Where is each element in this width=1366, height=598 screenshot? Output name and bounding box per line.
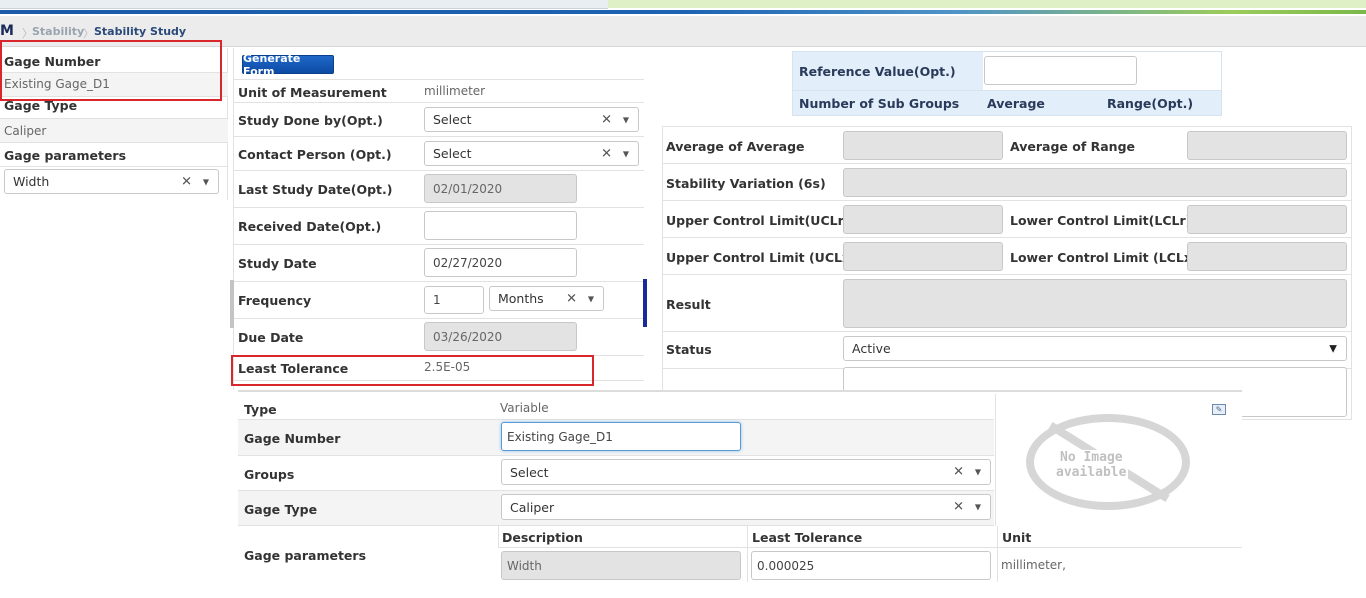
chevron-down-icon[interactable]: ▼ <box>1329 343 1337 354</box>
result-textarea <box>843 279 1347 328</box>
clear-icon[interactable]: ✕ <box>601 146 612 161</box>
param-description-input: Width <box>501 551 741 580</box>
lclr-label: Lower Control Limit(LCLr) <box>1010 213 1192 228</box>
study-done-label: Study Done by(Opt.) <box>238 113 383 128</box>
lclx-label: Lower Control Limit (LCLx) <box>1010 250 1198 265</box>
chevron-down-icon[interactable]: ▼ <box>623 115 629 124</box>
status-select[interactable]: Active ▼ <box>843 336 1347 361</box>
param-unit-value: millimeter, <box>1001 558 1066 572</box>
reference-label: Reference Value(Opt.) <box>799 64 956 79</box>
reference-input[interactable] <box>984 56 1137 85</box>
chevron-down-icon[interactable]: ▼ <box>203 177 209 186</box>
last-study-label: Last Study Date(Opt.) <box>238 182 393 197</box>
highlight-least-tolerance <box>231 355 594 386</box>
stability-input <box>843 168 1347 197</box>
popup-gage-type-label: Gage Type <box>244 502 318 517</box>
unit-label: Unit of Measurement <box>238 85 387 100</box>
scroll-indicator[interactable] <box>643 279 647 327</box>
popup-params-label: Gage parameters <box>244 548 367 563</box>
lclr-input <box>1187 205 1347 234</box>
avg-range-label: Average of Range <box>1010 139 1135 154</box>
clear-icon[interactable]: ✕ <box>953 465 964 480</box>
results-panel: Average of Average Average of Range Stab… <box>662 126 1352 420</box>
clear-icon[interactable]: ✕ <box>181 174 192 189</box>
gage-details-popup: Type Variable Gage Number Existing Gage_… <box>238 390 1242 582</box>
breadcrumb-stability[interactable]: Stability <box>32 25 84 38</box>
generate-form-button[interactable]: Generate Form <box>242 52 334 78</box>
clear-icon[interactable]: ✕ <box>601 112 612 127</box>
gage-params-select[interactable]: Width ✕ ▼ <box>4 169 219 194</box>
last-study-input[interactable]: 02/01/2020 <box>424 174 577 203</box>
popup-groups-select[interactable]: Select ✕ ▼ <box>501 459 991 485</box>
popup-gage-type-select[interactable]: Caliper ✕ ▼ <box>501 494 991 520</box>
study-done-select[interactable]: Select ✕ ▼ <box>424 107 639 132</box>
top-banner <box>0 0 1366 16</box>
contact-label: Contact Person (Opt.) <box>238 147 392 162</box>
no-image-placeholder: No Image available <box>1026 414 1190 510</box>
received-label: Received Date(Opt.) <box>238 219 382 234</box>
reference-panel: Reference Value(Opt.) Number of Sub Grou… <box>792 51 1222 116</box>
center-form: Generate Form Unit of Measurement millim… <box>233 48 644 390</box>
col-unit: Unit <box>1002 530 1032 545</box>
left-scrollbar[interactable] <box>230 280 234 328</box>
edit-image-icon[interactable]: ✎ <box>1212 404 1226 415</box>
app-logo[interactable]: M <box>0 23 14 39</box>
chevron-down-icon[interactable]: ▼ <box>975 468 981 477</box>
received-input[interactable] <box>424 211 577 240</box>
gage-image-area: ✎ No Image available <box>995 394 1242 526</box>
chevron-down-icon[interactable]: ▼ <box>623 149 629 158</box>
param-least-tol-input[interactable]: 0.000025 <box>751 551 991 580</box>
lclx-input <box>1187 242 1347 271</box>
avg-avg-input <box>843 131 1003 160</box>
due-date-label: Due Date <box>238 330 304 345</box>
stability-label: Stability Variation (6s) <box>666 176 826 191</box>
study-date-label: Study Date <box>238 256 317 271</box>
popup-type-label: Type <box>244 402 277 417</box>
uclr-input <box>843 205 1003 234</box>
range-header: Range(Opt.) <box>1107 96 1194 111</box>
popup-type-value: Variable <box>500 401 549 415</box>
clear-icon[interactable]: ✕ <box>566 291 577 306</box>
clear-icon[interactable]: ✕ <box>953 500 964 515</box>
subgroups-header: Number of Sub Groups <box>799 96 960 111</box>
col-description: Description <box>502 530 583 545</box>
uclx-label: Upper Control Limit (UCLx) <box>666 250 856 265</box>
popup-gage-number-input[interactable]: Existing Gage_D1 <box>501 422 741 451</box>
frequency-input[interactable]: 1 <box>424 286 484 314</box>
chevron-down-icon[interactable]: ▼ <box>588 294 594 303</box>
uclr-label: Upper Control Limit(UCLr) <box>666 213 850 228</box>
result-label: Result <box>666 297 711 312</box>
unit-value: millimeter <box>424 84 486 98</box>
avg-range-input <box>1187 131 1347 160</box>
highlight-gage-number <box>0 40 222 101</box>
average-header: Average <box>987 96 1045 111</box>
avg-avg-label: Average of Average <box>666 139 805 154</box>
study-date-input[interactable]: 02/27/2020 <box>424 248 577 277</box>
uclx-input <box>843 242 1003 271</box>
gage-params-label: Gage parameters <box>4 148 127 163</box>
status-label: Status <box>666 342 712 357</box>
popup-groups-label: Groups <box>244 467 295 482</box>
frequency-label: Frequency <box>238 293 312 308</box>
gage-type-value: Caliper <box>4 124 47 138</box>
col-least-tolerance: Least Tolerance <box>752 530 863 545</box>
chevron-down-icon[interactable]: ▼ <box>975 503 981 512</box>
due-date-input[interactable]: 03/26/2020 <box>424 322 577 351</box>
contact-select[interactable]: Select ✕ ▼ <box>424 141 639 166</box>
popup-gage-number-label: Gage Number <box>244 431 341 446</box>
breadcrumb-stability-study[interactable]: Stability Study <box>94 25 186 38</box>
frequency-unit-select[interactable]: Months ✕ ▼ <box>489 286 604 311</box>
